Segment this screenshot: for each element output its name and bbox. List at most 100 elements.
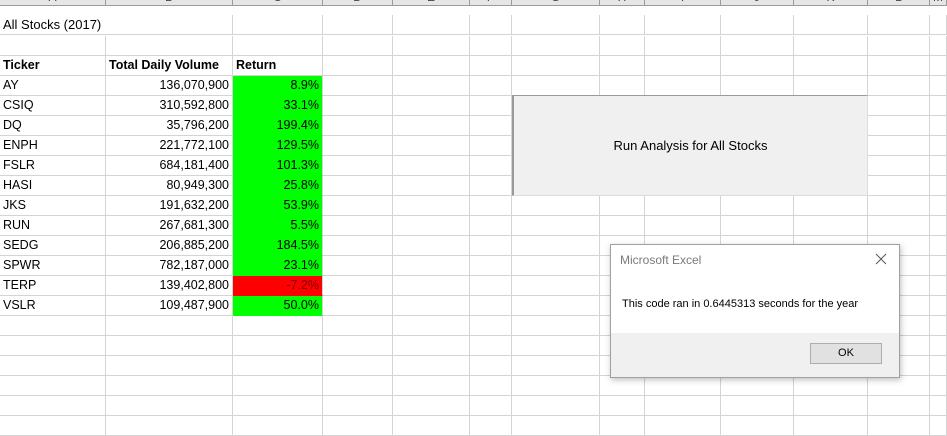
grid-cell[interactable] bbox=[794, 36, 868, 56]
grid-cell[interactable] bbox=[470, 56, 512, 76]
grid-cell[interactable] bbox=[323, 256, 393, 276]
return-cell[interactable]: 50.0% bbox=[233, 296, 323, 316]
grid-cell[interactable] bbox=[106, 336, 233, 356]
grid-cell[interactable] bbox=[512, 216, 600, 236]
grid-cell[interactable] bbox=[470, 216, 512, 236]
grid-cell[interactable] bbox=[512, 356, 600, 376]
grid-cell[interactable] bbox=[600, 216, 645, 236]
grid-cell[interactable] bbox=[470, 236, 512, 256]
grid-cell[interactable] bbox=[393, 276, 470, 296]
grid-cell[interactable] bbox=[600, 56, 645, 76]
grid-cell[interactable] bbox=[393, 356, 470, 376]
ticker-cell[interactable]: ENPH bbox=[0, 136, 106, 156]
grid-cell[interactable] bbox=[106, 356, 233, 376]
grid-cell[interactable] bbox=[930, 116, 947, 136]
grid-cell[interactable] bbox=[868, 56, 930, 76]
grid-cell[interactable] bbox=[930, 156, 947, 176]
grid-cell[interactable] bbox=[393, 336, 470, 356]
grid-cell[interactable] bbox=[323, 296, 393, 316]
grid-cell[interactable] bbox=[930, 136, 947, 156]
grid-cell[interactable] bbox=[393, 396, 470, 416]
ticker-cell[interactable]: VSLR bbox=[0, 296, 106, 316]
grid-cell[interactable] bbox=[930, 396, 947, 416]
return-cell[interactable]: 199.4% bbox=[233, 116, 323, 136]
column-header-e[interactable]: E bbox=[393, 0, 470, 6]
grid-cell[interactable] bbox=[323, 396, 393, 416]
grid-cell[interactable] bbox=[721, 15, 794, 35]
grid-cell[interactable] bbox=[794, 76, 868, 96]
return-cell[interactable]: 53.9% bbox=[233, 196, 323, 216]
column-header-k[interactable]: K bbox=[794, 0, 868, 6]
grid-cell[interactable] bbox=[323, 376, 393, 396]
return-cell[interactable]: 8.9% bbox=[233, 76, 323, 96]
grid-cell[interactable] bbox=[470, 376, 512, 396]
column-header-d[interactable]: D bbox=[323, 0, 393, 6]
grid-cell[interactable] bbox=[930, 15, 947, 35]
grid-cell[interactable] bbox=[233, 356, 323, 376]
grid-cell[interactable] bbox=[600, 15, 645, 35]
grid-cell[interactable] bbox=[721, 196, 794, 216]
grid-cell[interactable] bbox=[470, 176, 512, 196]
grid-cell[interactable] bbox=[794, 396, 868, 416]
return-cell[interactable]: 25.8% bbox=[233, 176, 323, 196]
run-analysis-button[interactable]: Run Analysis for All Stocks bbox=[512, 95, 868, 196]
grid-cell[interactable] bbox=[600, 196, 645, 216]
grid-cell[interactable] bbox=[393, 36, 470, 56]
grid-cell[interactable] bbox=[600, 376, 645, 396]
grid-cell[interactable] bbox=[794, 216, 868, 236]
grid-cell[interactable] bbox=[0, 376, 106, 396]
grid-cell[interactable] bbox=[323, 156, 393, 176]
grid-cell[interactable] bbox=[470, 15, 512, 35]
grid-cell[interactable] bbox=[512, 276, 600, 296]
grid-cell[interactable] bbox=[868, 76, 930, 96]
grid-cell[interactable] bbox=[323, 416, 393, 436]
grid-cell[interactable] bbox=[323, 56, 393, 76]
volume-cell[interactable]: 139,402,800 bbox=[106, 276, 233, 296]
grid-cell[interactable] bbox=[794, 56, 868, 76]
grid-cell[interactable] bbox=[323, 76, 393, 96]
grid-cell[interactable] bbox=[393, 416, 470, 436]
grid-cell[interactable] bbox=[930, 56, 947, 76]
grid-cell[interactable] bbox=[930, 256, 947, 276]
grid-cell[interactable] bbox=[393, 196, 470, 216]
grid-cell[interactable] bbox=[512, 316, 600, 336]
volume-cell[interactable]: 35,796,200 bbox=[106, 116, 233, 136]
ticker-cell[interactable]: FSLR bbox=[0, 156, 106, 176]
grid-cell[interactable] bbox=[393, 216, 470, 236]
grid-cell[interactable] bbox=[868, 216, 930, 236]
grid-cell[interactable] bbox=[721, 376, 794, 396]
grid-cell[interactable] bbox=[868, 96, 930, 116]
grid-cell[interactable] bbox=[0, 396, 106, 416]
grid-cell[interactable] bbox=[512, 256, 600, 276]
grid-cell[interactable] bbox=[233, 376, 323, 396]
grid-cell[interactable] bbox=[393, 56, 470, 76]
grid-cell[interactable] bbox=[323, 116, 393, 136]
grid-cell[interactable] bbox=[233, 336, 323, 356]
column-header-f[interactable]: F bbox=[470, 0, 512, 6]
column-header-m[interactable]: M bbox=[930, 0, 947, 6]
grid-cell[interactable] bbox=[323, 236, 393, 256]
grid-cell[interactable] bbox=[721, 56, 794, 76]
grid-cell[interactable] bbox=[470, 136, 512, 156]
grid-cell[interactable] bbox=[645, 216, 721, 236]
ticker-cell[interactable]: HASI bbox=[0, 176, 106, 196]
grid-cell[interactable] bbox=[512, 196, 600, 216]
column-header-b[interactable]: B bbox=[106, 0, 233, 6]
grid-cell[interactable] bbox=[868, 136, 930, 156]
grid-cell[interactable] bbox=[645, 76, 721, 96]
grid-cell[interactable] bbox=[323, 336, 393, 356]
header-return[interactable]: Return bbox=[233, 56, 323, 76]
return-cell[interactable]: -7.2% bbox=[233, 276, 323, 296]
grid-cell[interactable] bbox=[512, 296, 600, 316]
grid-cell[interactable] bbox=[645, 416, 721, 436]
grid-cell[interactable] bbox=[470, 416, 512, 436]
grid-cell[interactable] bbox=[930, 76, 947, 96]
grid-cell[interactable] bbox=[512, 396, 600, 416]
grid-cell[interactable] bbox=[794, 376, 868, 396]
grid-cell[interactable] bbox=[470, 296, 512, 316]
header-total-daily-volume[interactable]: Total Daily Volume bbox=[106, 56, 233, 76]
grid-cell[interactable] bbox=[233, 15, 323, 35]
grid-cell[interactable] bbox=[323, 316, 393, 336]
grid-cell[interactable] bbox=[393, 176, 470, 196]
grid-cell[interactable] bbox=[930, 416, 947, 436]
